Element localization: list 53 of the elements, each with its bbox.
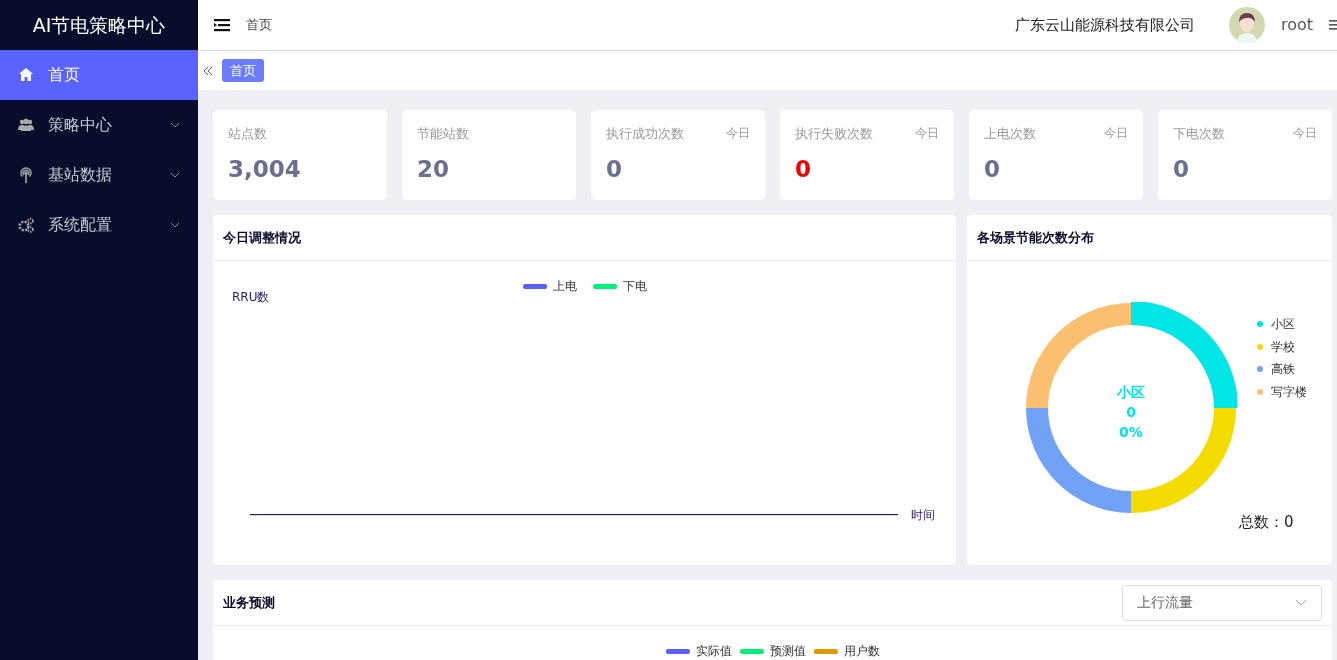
stat-value: 0 [606,154,623,184]
stat-label: 节能站数 [417,125,469,143]
sidebar-item[interactable]: 首页 [0,50,198,100]
donut-center-text: 0 [1125,403,1137,422]
donut-center-text: 小区 [1116,383,1146,402]
stat-value: 3,004 [228,154,302,184]
legend-item[interactable]: 高铁 [1257,358,1307,381]
sidebar-item[interactable]: 基站数据 [0,150,198,200]
donut-center-text: 0% [1118,423,1144,442]
app-title: AI节电策略中心 [31,12,167,38]
antenna-icon [18,167,34,183]
page-tab[interactable]: 首页 [222,58,264,83]
people-icon [18,117,34,133]
legend-item[interactable]: 写字楼 [1257,380,1307,403]
stat-label: 执行成功次数 [606,125,684,143]
card-title: 业务预测 [223,593,275,612]
stat-value: 0 [1173,154,1190,184]
legend-item[interactable]: 实际值 [665,644,732,658]
total-count: 总数：0 [1239,512,1294,533]
username[interactable]: root [1280,13,1313,37]
double-chevron-left-icon[interactable] [202,64,214,77]
period-label: 今日 [915,125,939,142]
legend-item[interactable]: 学校 [1257,335,1307,358]
avatar[interactable] [1228,7,1265,43]
period-label: 今日 [1293,125,1317,142]
settings-icon[interactable] [1329,18,1337,32]
stat-label: 执行失败次数 [795,125,873,143]
sidebar-item[interactable]: 系统配置 [0,200,198,250]
stat-value: 20 [417,154,450,184]
stat-label: 下电次数 [1173,125,1225,143]
gears-icon [18,217,34,233]
legend-item[interactable]: 预测值 [739,644,806,658]
stat-label: 上电次数 [984,125,1036,143]
menu-icon[interactable] [214,18,230,32]
home-icon [18,67,34,83]
legend-item[interactable]: 下电 [592,277,647,295]
select-field[interactable]: 上行流量 [1122,584,1322,621]
stat-value: 0 [984,154,1001,184]
legend-item[interactable]: 用户数 [813,644,880,658]
axis-label: RRU数 [232,289,270,306]
stat-value: 0 [795,154,812,184]
sidebar-item[interactable]: 策略中心 [0,100,198,150]
company-name: 广东云山能源科技有限公司 [1014,14,1195,36]
axis-label: 时间 [911,507,935,524]
stat-label: 站点数 [228,125,267,143]
legend-item[interactable]: 小区 [1257,313,1307,336]
card-title: 各场景节能次数分布 [967,215,1332,261]
breadcrumb-item: 首页 [246,16,272,35]
period-label: 今日 [726,125,750,142]
period-label: 今日 [1104,125,1128,142]
chevron-down-icon [1295,599,1307,606]
card-title: 今日调整情况 [213,215,956,261]
legend-item[interactable]: 上电 [522,277,577,295]
